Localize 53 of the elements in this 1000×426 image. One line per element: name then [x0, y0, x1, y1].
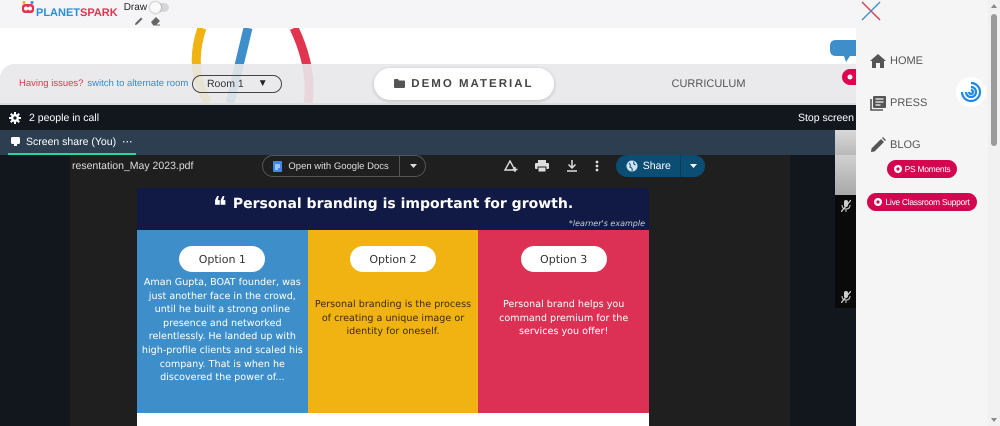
document-icon — [273, 160, 282, 172]
screen-icon — [11, 137, 20, 146]
nav-link[interactable]: HOME — [870, 53, 923, 69]
support-button[interactable]: PS Moments — [886, 160, 958, 178]
nav-link[interactable]: BLOG — [870, 137, 921, 153]
mic-off-icon — [840, 200, 850, 212]
logo-text: PLANETSPARK — [36, 7, 118, 19]
issue-text: Having issues? — [19, 78, 84, 89]
draw-toggle[interactable] — [151, 2, 170, 12]
tab[interactable]: CURRICULUM — [672, 78, 746, 90]
eraser-icon[interactable] — [150, 16, 161, 26]
draw-label: Draw — [124, 2, 148, 12]
nav-link[interactable]: PRESS — [870, 95, 928, 111]
settings-icon[interactable] — [9, 112, 21, 124]
mic-off-icon — [840, 291, 850, 303]
record-button[interactable] — [842, 69, 856, 85]
quote-mark: ❝ — [212, 194, 227, 220]
circle-icon — [874, 198, 882, 206]
more-icon[interactable] — [594, 160, 599, 172]
close-icon[interactable] — [861, 1, 881, 21]
option-text: Aman Gupta, BOAT founder, was just another face in the crowd, until he built a strong online presence and networked relentlessly. He landed up with high-profile clients and scaled his company. That is when he discovered the power of... — [140, 276, 304, 385]
globe-icon — [626, 160, 638, 172]
spiral-logo-icon[interactable] — [956, 77, 986, 107]
chat-bubble-icon[interactable] — [830, 40, 856, 64]
option-label: Option 3 — [520, 246, 607, 272]
support-button[interactable]: Live Classroom Support — [867, 193, 977, 211]
print-icon[interactable] — [534, 160, 549, 172]
share-button[interactable]: Share — [616, 155, 705, 177]
option-label: Option 2 — [350, 246, 436, 272]
circle-icon — [894, 165, 902, 173]
slide-title: Personal branding is important for growth. — [232, 196, 574, 212]
add-to-drive-icon[interactable] — [504, 160, 518, 172]
people-count: 2 people in call — [29, 112, 100, 124]
home-icon — [870, 54, 886, 68]
option-text: Personal brand helps you command premium for the services you offer! — [498, 298, 630, 339]
option-label: Option 1 — [179, 246, 266, 272]
caret-icon — [410, 164, 417, 168]
more-options-button[interactable]: ⋯ — [122, 135, 134, 148]
pencil-icon[interactable] — [134, 16, 144, 26]
download-icon[interactable] — [566, 160, 578, 172]
scrollbar[interactable] — [988, 0, 1000, 426]
tab[interactable]: DEMO MATERIAL — [374, 68, 554, 100]
caret-icon — [690, 164, 697, 168]
open-with-docs-button[interactable]: Open with Google Docs — [262, 155, 426, 177]
file-name: resentation_May 2023.pdf — [72, 160, 194, 172]
pencil-icon — [870, 137, 886, 153]
newspaper-icon — [870, 96, 886, 110]
example-note: *learner's example — [568, 219, 645, 228]
stop-screen-button[interactable]: Stop screen — [798, 112, 854, 124]
option-text: Personal branding is the process of creating a unique image or identity for oneself. — [314, 298, 472, 339]
room-select[interactable]: Room 1 ▼ — [192, 74, 282, 92]
logo[interactable]: PLANETSPARK — [20, 0, 118, 21]
folder-icon — [394, 79, 406, 88]
